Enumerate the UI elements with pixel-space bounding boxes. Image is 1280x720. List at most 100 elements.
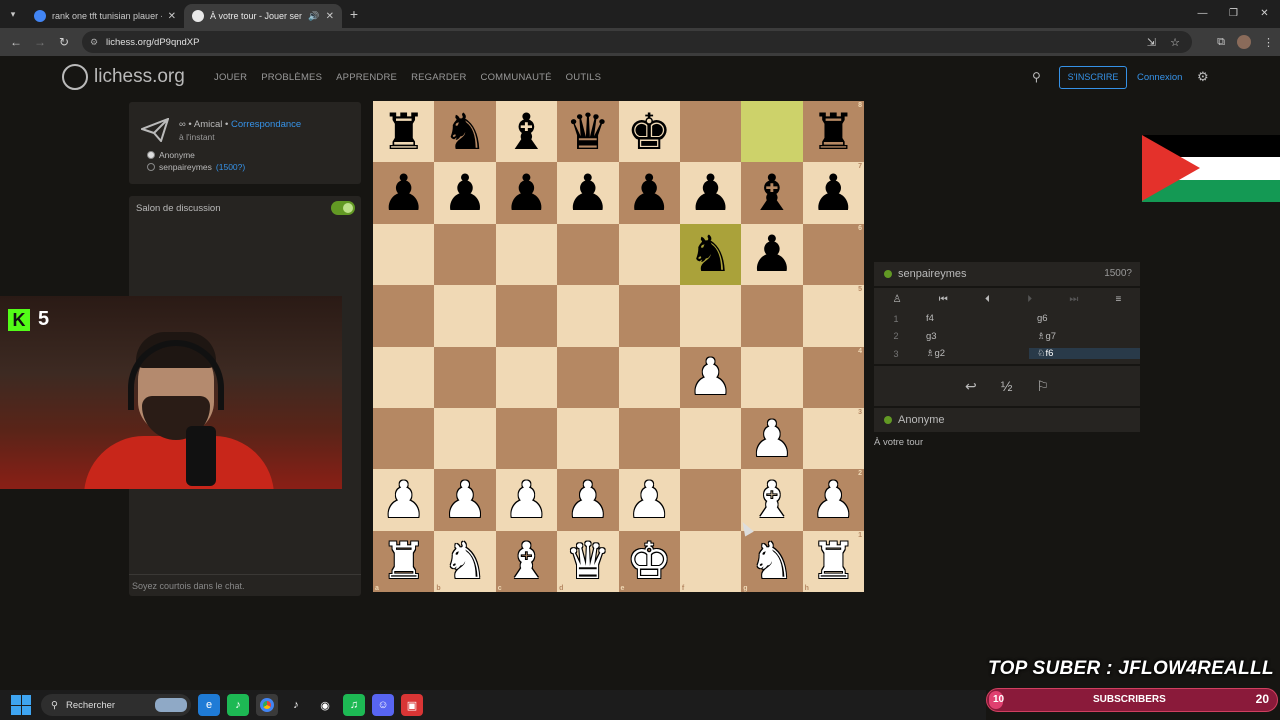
gear-icon[interactable]: ⚙ [1197,69,1209,85]
square-d5[interactable] [557,285,619,347]
square-c3[interactable] [495,407,558,470]
black-pawn-icon[interactable]: ♟ [381,168,426,218]
nav-apprendre[interactable]: APPRENDRE [336,72,397,83]
signup-button[interactable]: S'INSCRIRE [1059,66,1127,89]
search-icon[interactable]: ⚲ [1032,70,1041,84]
square-g8[interactable] [741,101,803,163]
black-bishop-icon[interactable]: ♝ [750,168,795,218]
nav-jouer[interactable]: JOUER [214,72,247,83]
white-rook-icon[interactable]: ♜ [381,536,426,586]
signin-link[interactable]: Connexion [1137,72,1182,83]
spotify-alt-icon[interactable]: ♫ [343,694,365,716]
white-queen-icon[interactable]: ♛ [565,536,610,586]
square-f4[interactable]: ♟ [679,346,742,408]
browser-tab-2[interactable]: À votre tour - Jouer senpa 🔊 ✕ [184,4,342,28]
black-pawn-icon[interactable]: ♟ [504,168,549,218]
square-a6[interactable] [373,223,435,286]
nav-regarder[interactable]: REGARDER [411,72,466,83]
black-move[interactable]: ♗g7 [1029,331,1140,342]
square-e5[interactable] [618,285,680,347]
square-e1[interactable]: ♚ e [618,530,680,592]
square-c6[interactable] [495,223,558,286]
square-c8[interactable]: ♝ [495,101,558,163]
nav-communaute[interactable]: COMMUNAUTÉ [481,72,552,83]
profile-avatar[interactable] [1237,35,1251,49]
tab-search-dropdown-icon[interactable]: ▾ [0,0,26,28]
reload-icon[interactable]: ↻ [52,35,76,49]
bookmark-star-icon[interactable]: ☆ [1170,36,1180,49]
address-bar[interactable]: ⚙ lichess.org/dP9qndXP ⇲ ☆ [82,31,1192,53]
menu-dots-icon[interactable]: ⋮ [1263,36,1274,49]
prev-move-icon[interactable]: ⏴ [985,294,990,305]
white-pawn-icon[interactable]: ♟ [688,352,733,402]
square-a3[interactable] [373,407,435,470]
own-player[interactable]: Anonyme [874,408,1140,432]
square-b7[interactable]: ♟ [434,162,496,224]
black-move-current[interactable]: ♘f6 [1029,348,1140,360]
black-move[interactable]: g6 [1029,313,1140,324]
square-h5[interactable]: 5 [802,285,864,347]
red-app-icon[interactable]: ▣ [401,694,423,716]
square-b3[interactable] [434,407,496,470]
square-g6[interactable]: ♟ [741,223,803,286]
first-move-icon[interactable]: ⏮ [939,294,948,305]
black-pawn-icon[interactable]: ♟ [565,168,610,218]
white-pawn-icon[interactable]: ♟ [627,475,672,525]
black-rook-icon[interactable]: ♜ [811,107,856,157]
square-a8[interactable]: ♜ [373,101,435,163]
square-f6[interactable]: ♞ [679,223,742,286]
black-pawn-icon[interactable]: ♟ [627,168,672,218]
nav-outils[interactable]: OUTILS [566,72,602,83]
white-move[interactable]: ♗g2 [918,348,1029,359]
black-rook-icon[interactable]: ♜ [381,107,426,157]
square-c2[interactable]: ♟ [495,469,558,531]
white-pawn-icon[interactable]: ♟ [443,475,488,525]
black-pawn-icon[interactable]: ♟ [688,168,733,218]
square-h7[interactable]: ♟ 7 [802,162,864,224]
install-app-icon[interactable]: ⇲ [1147,36,1156,49]
square-e8[interactable]: ♚ [618,101,680,163]
square-g1[interactable]: ♞ g [741,530,803,592]
white-pawn-icon[interactable]: ♟ [504,475,549,525]
square-c1[interactable]: ♝ c [495,530,558,592]
square-b8[interactable]: ♞ [434,101,496,163]
windows-start-icon[interactable] [11,695,31,715]
last-move-icon[interactable]: ⏭ [1069,294,1078,305]
square-f7[interactable]: ♟ [679,162,742,224]
square-d1[interactable]: ♛ d [557,530,619,592]
white-knight-icon[interactable]: ♞ [750,536,795,586]
site-info-icon[interactable]: ⚙ [90,37,100,47]
square-a5[interactable] [373,285,435,347]
close-window-icon[interactable]: ✕ [1249,0,1280,28]
square-b4[interactable] [434,346,496,408]
white-pawn-icon[interactable]: ♟ [565,475,610,525]
discord-icon[interactable]: ☺ [372,694,394,716]
square-e3[interactable] [618,407,680,470]
draw-offer-icon[interactable]: ½ [1001,378,1013,394]
white-pawn-icon[interactable]: ♟ [750,414,795,464]
black-pawn-icon[interactable]: ♟ [750,229,795,279]
square-g4[interactable] [741,346,803,408]
square-e6[interactable] [618,223,680,286]
taskbar-search[interactable]: ⚲ Rechercher [41,694,191,716]
speaker-icon[interactable]: 🔊 [308,11,319,22]
takeback-icon[interactable]: ↩ [965,378,977,395]
square-b5[interactable] [434,285,496,347]
back-icon[interactable]: ← [4,35,28,49]
spotify-icon[interactable]: ♪ [227,694,249,716]
square-d3[interactable] [557,407,619,470]
square-d2[interactable]: ♟ [557,469,619,531]
square-e4[interactable] [618,346,680,408]
square-a4[interactable] [373,346,435,408]
square-b2[interactable]: ♟ [434,469,496,531]
square-c4[interactable] [495,346,558,408]
black-pawn-icon[interactable]: ♟ [443,168,488,218]
black-knight-icon[interactable]: ♞ [688,229,733,279]
white-knight-icon[interactable]: ♞ [443,536,488,586]
white-bishop-icon[interactable]: ♝ [750,475,795,525]
obs-icon[interactable]: ◉ [314,694,336,716]
square-c7[interactable]: ♟ [495,162,558,224]
square-c5[interactable] [495,285,558,347]
restore-icon[interactable]: ❐ [1218,0,1249,28]
square-a2[interactable]: ♟ [373,469,435,531]
